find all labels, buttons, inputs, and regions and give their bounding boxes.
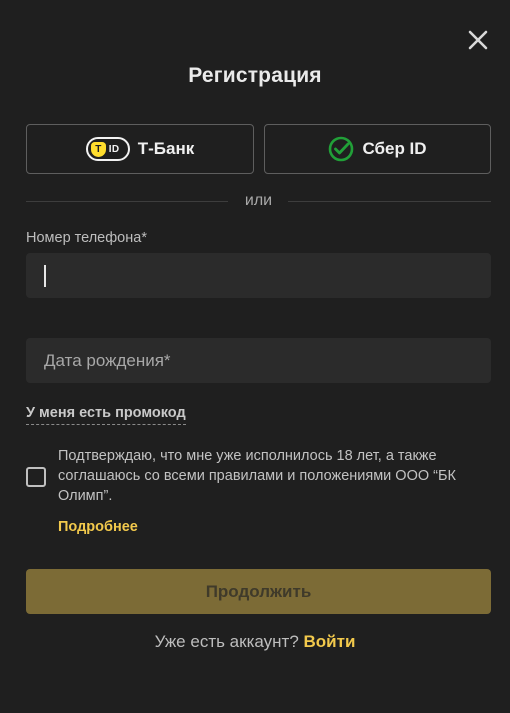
terms-text: Подтверждаю, что мне уже исполнилось 18 … (58, 448, 456, 504)
close-button[interactable] (462, 24, 494, 56)
birth-date-placeholder: Дата рождения* (44, 351, 171, 370)
birth-date-input[interactable]: Дата рождения* (26, 338, 491, 383)
tbank-badge-text: ID (108, 143, 120, 155)
registration-modal: Регистрация T ID Т-Банк Сбер ID или Номе… (0, 0, 510, 713)
promo-code-link[interactable]: У меня есть промокод (26, 405, 186, 425)
or-divider: или (26, 192, 491, 212)
sber-check-icon (329, 136, 354, 162)
continue-label: Продолжить (205, 581, 312, 601)
terms-more-link[interactable]: Подробнее (58, 519, 138, 535)
login-question: Уже есть аккаунт? (154, 632, 299, 651)
continue-button[interactable]: Продолжить (26, 569, 491, 614)
tbank-login-button[interactable]: T ID Т-Банк (26, 124, 254, 174)
sber-id-label: Сбер ID (362, 139, 427, 158)
login-link[interactable]: Войти (304, 632, 356, 651)
tbank-shield-icon: T (90, 141, 106, 157)
login-prompt: Уже есть аккаунт? Войти (0, 632, 510, 652)
phone-input[interactable] (26, 253, 491, 298)
sber-id-login-button[interactable]: Сбер ID (264, 124, 491, 174)
close-icon (468, 30, 488, 50)
text-caret (44, 265, 46, 287)
page-title: Регистрация (188, 64, 322, 87)
phone-label: Номер телефона* (26, 230, 147, 246)
tbank-id-icon: T ID (85, 137, 130, 161)
divider-line-right (288, 201, 491, 202)
age-consent-checkbox[interactable] (26, 467, 46, 487)
tbank-label: Т-Банк (137, 139, 195, 158)
